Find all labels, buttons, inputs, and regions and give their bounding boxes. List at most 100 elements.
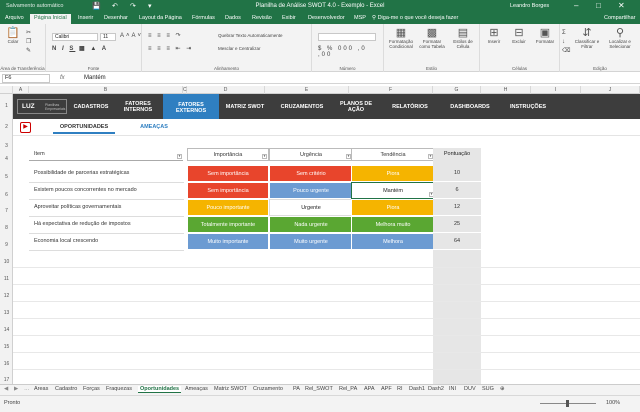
importancia-cell[interactable]: Sem importância <box>187 182 269 199</box>
col-header-e[interactable]: E <box>265 86 349 94</box>
share-button[interactable]: Compartilhar <box>604 15 635 21</box>
subtab-oportunidades[interactable]: OPORTUNIDADES <box>53 122 115 134</box>
name-box[interactable]: F6 <box>2 74 50 83</box>
sheet-tab[interactable]: SUG <box>482 386 494 392</box>
fx-icon[interactable]: fx <box>60 75 65 81</box>
importancia-cell[interactable]: Totalmente importante <box>187 216 269 233</box>
nav-planos-de-acao[interactable]: PLANOS DE AÇÃO <box>333 94 379 119</box>
tab-inserir[interactable]: Inserir <box>78 15 93 21</box>
row-header[interactable]: 8 <box>0 225 13 231</box>
sheet-tab[interactable]: RI <box>397 386 403 392</box>
row-header[interactable]: 14 <box>0 327 13 333</box>
col-header-d[interactable]: D <box>187 86 265 94</box>
nav-fatores-internos[interactable]: FATORES INTERNOS <box>113 94 163 119</box>
row-header[interactable]: 16 <box>0 361 13 367</box>
maximize-icon[interactable]: □ <box>596 1 601 10</box>
tab-msp[interactable]: MSP <box>354 15 366 21</box>
importancia-cell[interactable]: Sem importância <box>187 165 269 182</box>
paste-button[interactable]: 📋 Colar <box>4 27 22 44</box>
cut-copy-icons[interactable]: ✂ ❐ ✎ <box>26 29 38 56</box>
sheet-tab[interactable]: Fraquezas <box>106 386 132 392</box>
col-header-f[interactable]: F <box>349 86 433 94</box>
format-cells-button[interactable]: ▣ Formatar <box>532 27 558 44</box>
nav-relatorios[interactable]: RELATÓRIOS <box>379 94 441 119</box>
row-header[interactable]: 10 <box>0 259 13 265</box>
sort-filter-button[interactable]: ⇵ Classificar e Filtrar <box>572 27 602 49</box>
worksheet[interactable]: LUZ Planilhas Empresariais CADASTROS FAT… <box>13 94 640 384</box>
urgencia-cell[interactable]: Pouco urgente <box>269 182 353 199</box>
cell-styles-button[interactable]: ▤ Estilos de Célula <box>448 27 478 49</box>
sheet-tab[interactable]: Rel_SWOT <box>305 386 333 392</box>
importancia-cell[interactable]: Muito importante <box>187 233 269 250</box>
nav-fatores-externos[interactable]: FATORES EXTERNOS <box>163 94 219 122</box>
row-header[interactable]: 11 <box>0 276 13 282</box>
urgencia-cell[interactable]: Muito urgente <box>269 233 353 250</box>
more-sheets-icon[interactable]: … <box>24 386 30 392</box>
header-importancia[interactable]: Importância ▾ <box>187 148 269 161</box>
row-header[interactable]: 17 <box>0 377 13 383</box>
tab-exibir[interactable]: Exibir <box>282 15 296 21</box>
row-header[interactable]: 13 <box>0 310 13 316</box>
row-header[interactable]: 7 <box>0 208 13 214</box>
tell-me-search[interactable]: ⚲ Diga-me o que você deseja fazer <box>372 15 458 21</box>
header-urgencia[interactable]: Urgência ▾ <box>269 148 353 161</box>
row-header[interactable]: 2 <box>0 124 13 130</box>
sheet-tab[interactable]: PA <box>293 386 300 392</box>
sheet-tab[interactable]: INI <box>449 386 456 392</box>
sum-fill-clear-icons[interactable]: Σ ↓ ⌫ <box>562 29 572 56</box>
subtab-ameacas[interactable]: AMEAÇAS <box>129 122 179 134</box>
font-name-select[interactable]: Calibri <box>52 33 98 41</box>
tab-desenvolvedor[interactable]: Desenvolvedor <box>308 15 345 21</box>
col-header-j[interactable]: J <box>581 86 640 94</box>
nav-cruzamentos[interactable]: CRUZAMENTOS <box>271 94 333 119</box>
tab-dados[interactable]: Dados <box>225 15 241 21</box>
vertical-align-icons[interactable]: ≡ ≡ ≡ ↷ <box>148 32 183 39</box>
format-as-table-button[interactable]: ▩ Formatar como Tabela <box>417 27 447 49</box>
close-icon[interactable]: ✕ <box>618 1 625 10</box>
item-cell[interactable]: Aproveitar políticas governamentais <box>34 199 121 216</box>
row-header[interactable]: 3 <box>0 143 13 149</box>
minimize-icon[interactable]: – <box>574 1 578 10</box>
sheet-tab[interactable]: Cruzamento <box>253 386 283 392</box>
row-header[interactable]: 1 <box>0 103 13 109</box>
sheet-tab[interactable]: Rel_PA <box>339 386 357 392</box>
sheet-tab[interactable]: DUV <box>464 386 476 392</box>
urgencia-cell[interactable]: Urgente <box>269 199 353 216</box>
find-select-button[interactable]: ⚲ Localizar e Selecionar <box>604 27 636 49</box>
tendencia-cell[interactable]: Piora <box>351 165 435 182</box>
nav-matriz-swot[interactable]: MATRIZ SWOT <box>219 94 271 119</box>
add-sheet-icon[interactable]: ⊕ <box>500 386 505 392</box>
row-header[interactable]: 9 <box>0 242 13 248</box>
col-header-i[interactable]: I <box>531 86 581 94</box>
sheet-tab[interactable]: Forças <box>83 386 100 392</box>
sheet-tab[interactable]: APF <box>381 386 392 392</box>
sheet-tab[interactable]: Matriz SWOT <box>214 386 247 392</box>
next-sheet-icon[interactable]: ▶ <box>14 386 18 392</box>
tendencia-cell-selected[interactable]: Mantém <box>351 182 435 199</box>
urgencia-cell[interactable]: Sem critério <box>269 165 353 182</box>
tab-formulas[interactable]: Fórmulas <box>192 15 215 21</box>
sheet-tab[interactable]: Dash2 <box>428 386 444 392</box>
tab-arquivo[interactable]: Arquivo <box>5 15 24 21</box>
wrap-text-button[interactable]: Quebrar Texto Automaticamente <box>218 33 282 38</box>
filter-dropdown-icon[interactable]: ▾ <box>262 154 267 159</box>
header-item[interactable]: Item ▾ <box>29 148 183 161</box>
number-format-select[interactable] <box>318 33 376 41</box>
horizontal-align-icons[interactable]: ≡ ≡ ≡ ⇤ ⇥ <box>148 45 193 52</box>
filter-dropdown-icon[interactable]: ▾ <box>177 154 182 159</box>
col-header-g[interactable]: G <box>433 86 481 94</box>
tab-pagina-inicial[interactable]: Página Inicial <box>30 14 71 24</box>
play-video-icon[interactable]: ▶ <box>20 122 31 133</box>
sheet-tab[interactable]: Ameaças <box>185 386 208 392</box>
zoom-level[interactable]: 100% <box>606 400 620 406</box>
prev-sheet-icon[interactable]: ◀ <box>4 386 8 392</box>
nav-cadastros[interactable]: CADASTROS <box>69 94 113 119</box>
sheet-tab[interactable]: Cadastro <box>55 386 77 392</box>
merge-center-button[interactable]: Mesclar e Centralizar <box>218 46 261 51</box>
item-cell[interactable]: Há expectativa de redução de impostos <box>34 216 131 233</box>
insert-cells-button[interactable]: ⊞ Inserir <box>482 27 506 44</box>
bold-italic-underline-icons[interactable]: N I S ▦ ▲ A <box>52 45 108 52</box>
col-header-h[interactable]: H <box>481 86 531 94</box>
col-header-b[interactable]: B <box>29 86 183 94</box>
conditional-format-button[interactable]: ▦ Formatação Condicional <box>386 27 416 49</box>
